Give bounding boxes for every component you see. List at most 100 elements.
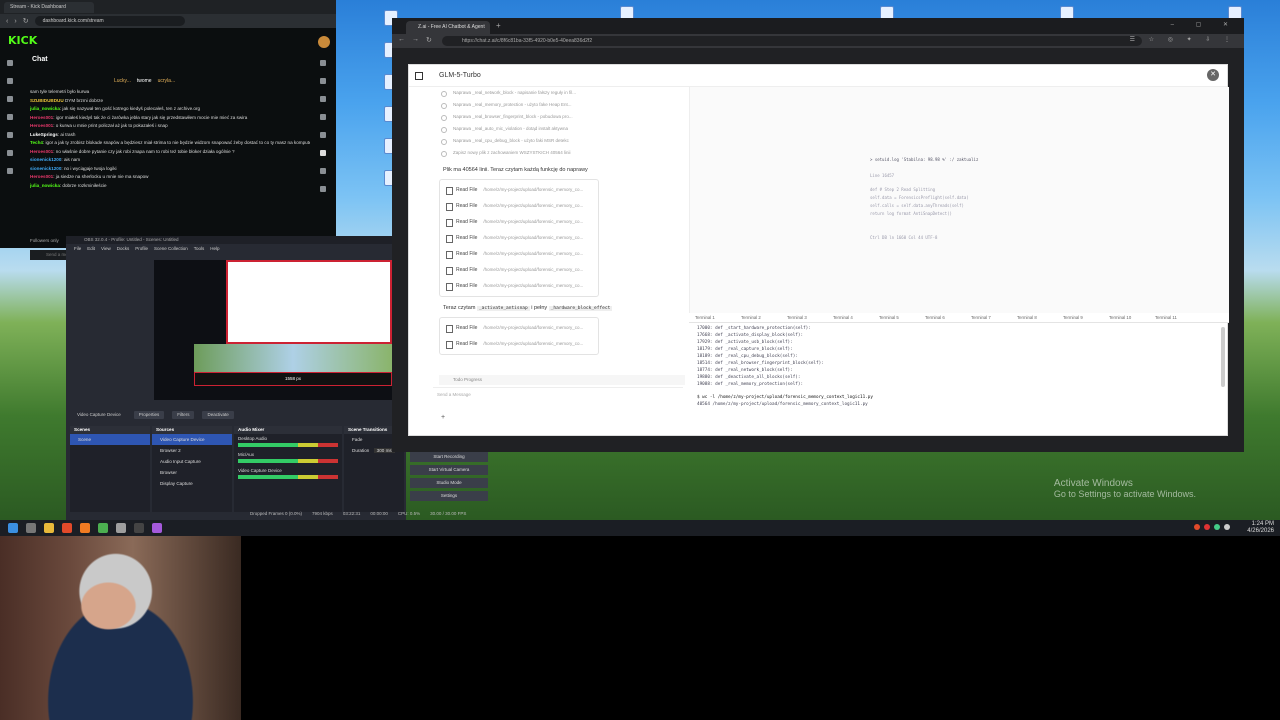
control-button[interactable]: Start Virtual Camera [410,465,488,475]
tool-icon[interactable] [320,186,326,192]
app-icon[interactable] [98,523,108,533]
kick-tab[interactable]: Stream - Kick Dashboard [4,1,94,13]
read-file-item[interactable]: Read File/home/z/my-project/upload/foren… [446,230,592,246]
terminal-tab[interactable]: Terminal 3 [781,313,827,322]
obs-menu-item[interactable]: Edit [87,244,95,253]
obs-menu-item[interactable]: Profile [135,244,148,253]
chat-username[interactable]: sionenick1200 [30,157,61,162]
obs-menu-item[interactable]: File [74,244,81,253]
obs-menu-item[interactable]: Scene Collection [154,244,188,253]
browser-icon[interactable] [62,523,72,533]
search-icon[interactable] [26,523,36,533]
new-tab-icon[interactable]: + [496,21,501,30]
scene-item[interactable]: Scene [70,434,150,445]
terminal-tab[interactable]: Terminal 7 [965,313,1011,322]
read-file-item[interactable]: Read File/home/z/my-project/upload/foren… [446,262,592,278]
forward-icon[interactable]: → [412,36,419,43]
terminal-tab[interactable]: Terminal 1 [689,313,735,322]
obs-icon[interactable] [134,523,144,533]
new-chat-icon[interactable] [415,72,423,80]
nav-icon[interactable] [7,168,13,174]
terminal-tab[interactable]: Terminal 9 [1057,313,1103,322]
chat-username[interactable]: LukeSprings [30,132,58,137]
terminal-output[interactable]: 17000: def _start_hardware_protection(se… [689,323,1219,433]
chat-username[interactable]: julia_nowicka [30,183,60,188]
pinned-user[interactable]: twome [137,78,152,84]
read-file-item[interactable]: Read File/home/z/my-project/upload/foren… [446,198,592,214]
terminal-tab[interactable]: Terminal 10 [1103,313,1149,322]
read-file-item[interactable]: Read File/home/z/my-project/upload/foren… [446,246,592,262]
tool-icon[interactable] [320,78,326,84]
obs-menu-item[interactable]: Help [210,244,219,253]
chat-username[interactable]: Tech4 [30,140,43,145]
nav-icon[interactable] [7,132,13,138]
obs-menu-item[interactable]: View [101,244,111,253]
back-icon[interactable]: ← [398,36,405,43]
tool-icon[interactable] [320,60,326,66]
chat-username[interactable]: julia_nowicka [30,106,60,111]
tool-icon[interactable] [320,96,326,102]
chat-username[interactable]: Heroes001 [30,174,53,179]
source-item[interactable]: Display Capture [152,478,232,489]
read-file-item[interactable]: Read File/home/z/my-project/upload/foren… [446,320,592,336]
tool-icon[interactable] [320,114,326,120]
chat-username[interactable]: Heroes001 [30,115,53,120]
back-icon[interactable]: ‹ [6,18,8,25]
terminal-tab[interactable]: Terminal 4 [827,313,873,322]
toolbar-icons[interactable]: ☰ ☆ ◎ ✦ ⇩ ⋮ [1130,36,1236,43]
obs-preview[interactable]: 1558 px [154,260,392,400]
clock[interactable]: 1:24 PM 4/26/2026 [1247,521,1274,535]
terminal-scrollbar[interactable] [1221,327,1225,387]
control-button[interactable]: Start Recording [410,452,488,462]
tray-icon[interactable] [1224,524,1230,530]
terminal-tab[interactable]: Terminal 5 [873,313,919,322]
volume-meter[interactable] [238,475,338,479]
obs-menu-item[interactable]: Docks [117,244,130,253]
chat-icon[interactable] [320,150,326,156]
terminal-tab[interactable]: Terminal 2 [735,313,781,322]
read-file-item[interactable]: Read File/home/z/my-project/upload/foren… [446,336,592,352]
file-explorer-icon[interactable] [44,523,54,533]
tray-icon[interactable] [1214,524,1220,530]
terminal-tab[interactable]: Terminal 8 [1011,313,1057,322]
pinned-user[interactable]: Lucky... [114,78,131,84]
close-icon[interactable]: ✕ [1207,69,1219,81]
read-file-item[interactable]: Read File/home/z/my-project/upload/foren… [446,214,592,230]
read-file-item[interactable]: Read File/home/z/my-project/upload/foren… [446,278,592,294]
chat-username[interactable]: SZUBIDUBDUU [30,98,64,103]
tool-icon[interactable] [320,168,326,174]
kick-url[interactable]: dashboard.kick.com/stream [34,16,185,26]
add-attachment-icon[interactable]: + [441,414,445,421]
deactivate-button[interactable]: Deactivate [202,411,234,419]
chat-username[interactable]: Heroes001 [30,149,53,154]
source-item[interactable]: Audio Input Capture [152,456,232,467]
volume-meter[interactable] [238,459,338,463]
source-item[interactable]: Browser [152,467,232,478]
window-controls[interactable]: – ▢ ✕ [1171,21,1238,28]
volume-meter[interactable] [238,443,338,447]
code-editor[interactable]: > setuid.log 'Stabilna: 98.98 %' :/ zakt… [689,87,1229,313]
nav-icon[interactable] [7,78,13,84]
source-item[interactable]: Browser 2 [152,445,232,456]
nav-icon[interactable] [7,96,13,102]
todo-progress[interactable]: Todo Progress [439,375,685,385]
zai-tab[interactable]: Z.ai - Free AI Chatbot & Agent [406,21,490,34]
filters-button[interactable]: Filters [172,411,195,419]
read-file-item[interactable]: Read File/home/z/my-project/upload/foren… [446,182,592,198]
chat-username[interactable]: sionenick1200 [30,166,61,171]
nav-icon[interactable] [7,60,13,66]
model-title[interactable]: GLM-5-Turbo [439,72,481,79]
tool-icon[interactable] [320,132,326,138]
source-item[interactable]: Video Capture Device [152,434,232,445]
control-button[interactable]: Settings [410,491,488,501]
message-input[interactable]: Send a Message [437,392,683,397]
pinned-user[interactable]: ucryla... [158,78,176,84]
forward-icon[interactable]: › [14,18,16,25]
reload-icon[interactable]: ↻ [426,36,432,44]
properties-button[interactable]: Properties [133,411,165,419]
terminal-tab[interactable]: Terminal 11 [1149,313,1195,322]
nav-icon[interactable] [7,114,13,120]
tray-icon[interactable] [1194,524,1200,530]
app-icon[interactable] [152,523,162,533]
obs-menu-item[interactable]: Tools [194,244,205,253]
